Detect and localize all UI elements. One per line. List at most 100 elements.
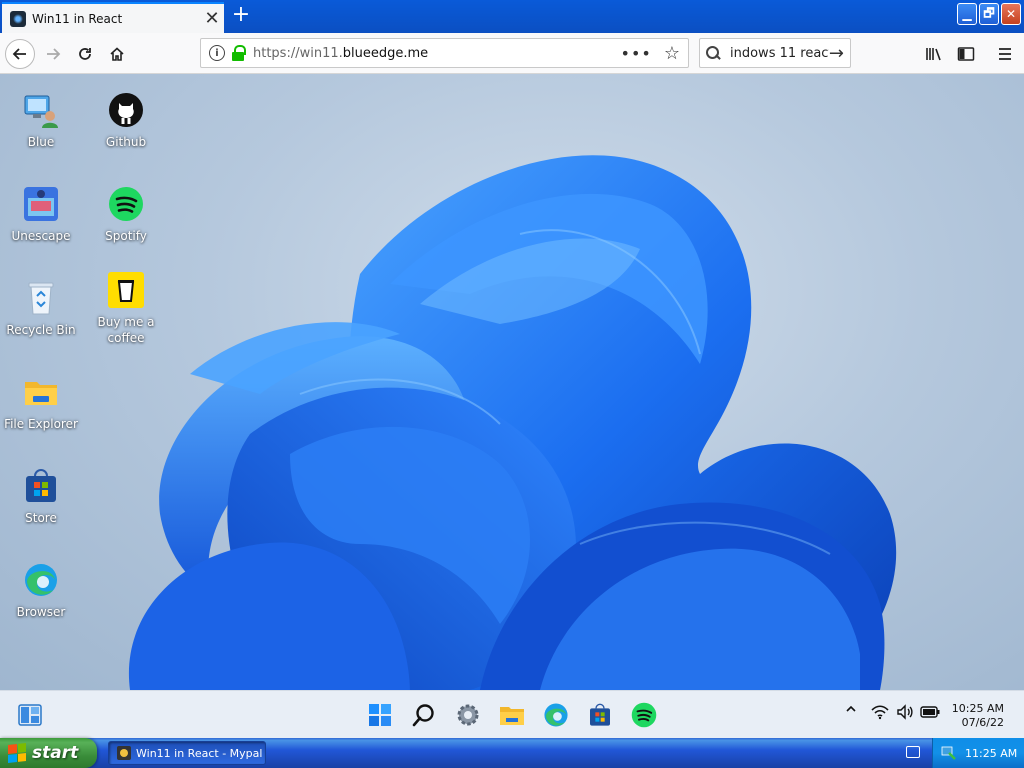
clock-date: 07/6/22 [961, 716, 1004, 729]
settings-button[interactable] [454, 701, 482, 729]
windows-flag-icon [8, 743, 26, 763]
desktop-icon-unescape[interactable]: Unescape [0, 186, 82, 244]
browser-tab[interactable]: Win11 in React ✕ [2, 2, 224, 33]
desktop-icon-label: Blue [27, 135, 55, 149]
tray-overflow-chevron-icon[interactable] [845, 703, 857, 719]
desktop-icon-store[interactable]: Store [0, 468, 82, 526]
menu-button[interactable] [992, 41, 1018, 67]
back-button[interactable] [5, 39, 35, 69]
computer-user-icon [23, 92, 59, 128]
desktop-icon-label: Recycle Bin [6, 323, 76, 337]
start-label: start [32, 743, 79, 763]
network-icon[interactable] [941, 745, 957, 761]
file-explorer-button[interactable] [498, 701, 526, 729]
win11-clock[interactable]: 10:25 AM 07/6/22 [952, 702, 1004, 730]
home-button[interactable] [102, 39, 132, 69]
desktop-icon-buy-me-a-coffee[interactable]: Buy me a coffee [85, 272, 167, 346]
widgets-icon [18, 704, 42, 726]
wifi-icon[interactable] [871, 704, 889, 724]
lock-icon [231, 45, 246, 61]
recycle-bin-icon [23, 280, 59, 316]
desktop-icon-spotify[interactable]: Spotify [85, 186, 167, 244]
desktop-icon-label: Spotify [105, 229, 147, 243]
address-bar[interactable]: i https://win11.blueedge.me ••• ☆ [200, 38, 689, 68]
desktop-icon-file-explorer[interactable]: File Explorer [0, 374, 82, 432]
clock-time: 10:25 AM [951, 702, 1004, 715]
window-controls: ▁ 🗗 ✕ [957, 3, 1021, 25]
win11-favicon-icon [10, 10, 26, 27]
spotify-icon [631, 702, 657, 728]
desktop-icon-browser[interactable]: Browser [0, 562, 82, 620]
edge-icon [23, 562, 59, 598]
arrow-right-icon [47, 48, 61, 60]
library-icon [926, 48, 941, 61]
mypal-browser-icon [117, 746, 131, 760]
win11-taskbar: 10:25 AM 07/6/22 [0, 690, 1024, 738]
url-domain: blueedge.me [342, 45, 429, 61]
minimize-button[interactable]: ▁ [957, 3, 977, 25]
url-prefix: https://win11. [253, 45, 343, 61]
unescape-icon [23, 186, 59, 222]
file-explorer-icon [500, 707, 524, 725]
url-text[interactable]: https://win11.blueedge.me [253, 46, 621, 61]
close-window-button[interactable]: ✕ [1001, 3, 1021, 25]
desktop-icon-label: Unescape [11, 229, 71, 243]
store-bag-icon [23, 468, 59, 504]
desktop-icon-label: File Explorer [4, 417, 78, 431]
search-icon [412, 704, 434, 727]
coffee-cup-icon [108, 272, 144, 308]
desktop[interactable]: Blue Unescape Recycle Bin File Explorer … [0, 74, 1024, 690]
wallpaper-bloom [128, 155, 897, 690]
github-icon [108, 92, 144, 128]
search-input[interactable]: indows 11 react [730, 46, 829, 61]
store-icon [590, 703, 610, 726]
battery-icon[interactable] [920, 706, 940, 722]
new-tab-button[interactable]: + [228, 3, 254, 29]
xp-taskbar: start Win11 in React - Mypal 11:25 AM [0, 738, 1024, 768]
volume-icon[interactable] [896, 704, 914, 724]
arrow-left-icon [12, 48, 26, 60]
spotify-icon [108, 186, 144, 222]
sidebar-icon [957, 47, 975, 61]
browser-nav-bar: i https://win11.blueedge.me ••• ☆ indows… [0, 33, 1024, 74]
xp-start-button[interactable]: start [0, 738, 97, 768]
xp-clock[interactable]: 11:25 AM [965, 747, 1017, 760]
restore-button[interactable]: 🗗 [979, 3, 999, 25]
edge-button[interactable] [542, 701, 570, 729]
page-actions-icon[interactable]: ••• [621, 44, 652, 63]
task-label: Win11 in React - Mypal [136, 746, 263, 760]
desktop-icon-label: Browser [16, 605, 66, 619]
keyboard-icon[interactable] [906, 746, 920, 758]
search-bar[interactable]: indows 11 react → [699, 38, 851, 68]
reload-button[interactable] [70, 39, 100, 69]
desktop-icon-github[interactable]: Github [85, 92, 167, 150]
browser-tab-strip: Win11 in React ✕ + ▁ 🗗 ✕ [0, 0, 1024, 33]
library-button[interactable] [921, 41, 947, 67]
desktop-icon-recycle-bin[interactable]: Recycle Bin [0, 280, 82, 338]
sidebar-button[interactable] [953, 41, 979, 67]
bookmark-star-icon[interactable]: ☆ [664, 43, 680, 64]
taskbar-search-button[interactable] [410, 701, 438, 729]
tab-close-icon[interactable]: ✕ [200, 9, 224, 28]
forward-button[interactable] [38, 39, 68, 69]
widgets-button[interactable] [16, 701, 44, 729]
search-icon [706, 46, 720, 60]
desktop-icon-label: Github [105, 135, 147, 149]
hamburger-menu-icon [999, 48, 1011, 60]
start-icon [369, 704, 391, 726]
settings-icon [457, 704, 479, 726]
desktop-icon-label: Store [25, 511, 57, 525]
spotify-button[interactable] [630, 701, 658, 729]
reload-icon [79, 48, 91, 60]
desktop-icon-blue[interactable]: Blue [0, 92, 82, 150]
store-button[interactable] [586, 701, 614, 729]
home-icon [110, 47, 124, 61]
site-info-icon[interactable]: i [209, 45, 225, 61]
start-button[interactable] [366, 701, 394, 729]
tab-title: Win11 in React [32, 11, 123, 26]
xp-taskbar-window-button[interactable]: Win11 in React - Mypal [108, 741, 266, 765]
search-go-arrow-icon[interactable]: → [829, 43, 844, 64]
xp-system-tray: 11:25 AM [932, 738, 1024, 768]
desktop-icon-label: Buy me a coffee [97, 315, 155, 345]
folder-icon [23, 374, 59, 410]
